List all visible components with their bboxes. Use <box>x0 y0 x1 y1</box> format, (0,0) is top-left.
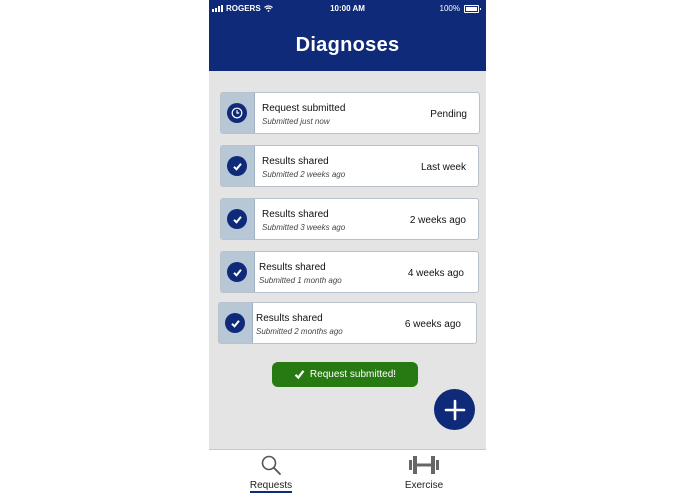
card-title: Results shared <box>259 262 326 273</box>
card-subtitle: Submitted 1 month ago <box>259 276 342 285</box>
bottom-nav: Requests Exercise <box>209 449 486 494</box>
check-icon <box>227 156 247 176</box>
nav-item-requests[interactable]: Requests <box>231 454 311 493</box>
nav-label-exercise: Exercise <box>404 480 444 491</box>
card-status: 4 weeks ago <box>407 268 464 279</box>
plus-icon <box>444 399 465 420</box>
diagnosis-card[interactable]: Results shared Submitted 2 weeks ago Las… <box>220 145 479 187</box>
battery-percent: 100% <box>439 4 460 13</box>
check-icon <box>294 370 305 380</box>
app-header: ROGERS 10:00 AM 100% Diagnoses <box>209 0 486 71</box>
toast-text: Request submitted! <box>309 369 397 380</box>
card-subtitle: Submitted 2 weeks ago <box>262 170 346 179</box>
card-subtitle: Submitted 3 weeks ago <box>262 223 346 232</box>
battery-status: 100% <box>439 4 481 13</box>
dumbbell-icon <box>409 456 439 474</box>
card-status: 6 weeks ago <box>404 319 461 330</box>
card-subtitle: Submitted just now <box>262 117 330 126</box>
diagnosis-card[interactable]: Results shared Submitted 3 weeks ago 2 w… <box>220 198 479 240</box>
status-bar: ROGERS 10:00 AM 100% <box>209 4 486 16</box>
nav-label-requests: Requests <box>249 480 293 493</box>
diagnosis-card[interactable]: Results shared Submitted 1 month ago 4 w… <box>220 251 479 293</box>
card-title: Results shared <box>256 313 323 324</box>
card-title: Request submitted <box>262 103 346 114</box>
card-tab <box>221 93 255 133</box>
phone-screen: ROGERS 10:00 AM 100% Diagnoses Request s… <box>209 0 486 494</box>
card-tab <box>219 303 253 343</box>
card-title: Results shared <box>262 209 329 220</box>
check-icon <box>227 209 247 229</box>
card-tab <box>221 199 255 239</box>
card-status: 2 weeks ago <box>409 215 466 226</box>
card-status: Pending <box>430 109 467 120</box>
check-icon <box>227 262 247 282</box>
page-title: Diagnoses <box>295 34 400 56</box>
add-request-button[interactable] <box>434 389 475 430</box>
nav-item-exercise[interactable]: Exercise <box>384 454 464 491</box>
card-tab <box>221 146 255 186</box>
diagnosis-card[interactable]: Results shared Submitted 2 months ago 6 … <box>218 302 477 344</box>
clock-icon <box>227 103 247 123</box>
card-title: Results shared <box>262 156 329 167</box>
diagnosis-card[interactable]: Request submitted Submitted just now Pen… <box>220 92 480 134</box>
card-status: Last week <box>420 162 466 173</box>
card-tab <box>221 252 255 292</box>
check-icon <box>225 313 245 333</box>
battery-icon <box>464 4 481 13</box>
search-icon <box>261 455 281 475</box>
card-subtitle: Submitted 2 months ago <box>256 327 343 336</box>
success-toast: Request submitted! <box>272 362 418 387</box>
